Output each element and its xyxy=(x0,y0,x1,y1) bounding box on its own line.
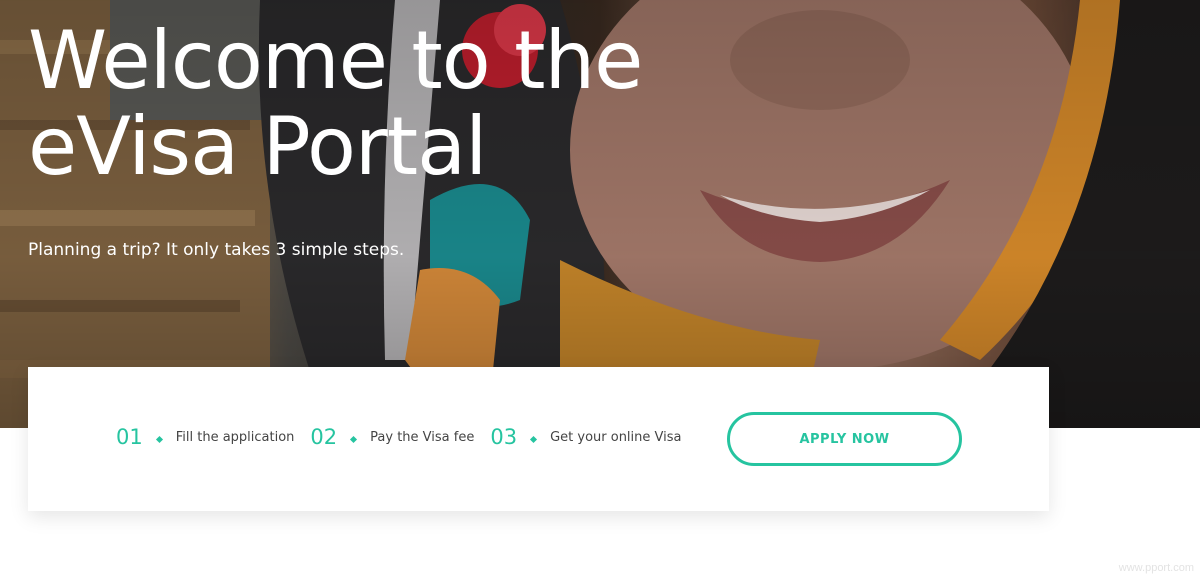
step-number: 01 xyxy=(116,425,143,449)
step-label: Pay the Visa fee xyxy=(370,429,475,445)
page-title-line-1: Welcome to the xyxy=(28,14,643,107)
hero-subtitle: Planning a trip? It only takes 3 simple … xyxy=(28,240,405,260)
steps-list: 01 Fill the application 02 Pay the Visa … xyxy=(116,425,698,449)
hero-banner: Welcome to the eVisa Portal Planning a t… xyxy=(0,0,1200,428)
page-title-line-2: eVisa Portal xyxy=(28,100,487,193)
step-item: 02 Pay the Visa fee xyxy=(310,425,474,449)
step-label: Get your online Visa xyxy=(550,429,682,445)
watermark: www.pport.com xyxy=(1118,562,1194,574)
diamond-bullet-icon xyxy=(350,435,358,443)
step-number: 03 xyxy=(490,425,518,449)
step-item: 03 Get your online Visa xyxy=(490,425,681,449)
step-item: 01 Fill the application xyxy=(116,425,294,449)
steps-card: 01 Fill the application 02 Pay the Visa … xyxy=(28,367,1049,511)
page-title: Welcome to the eVisa Portal xyxy=(28,18,748,190)
diamond-bullet-icon xyxy=(155,435,163,443)
step-label: Fill the application xyxy=(175,429,295,445)
diamond-bullet-icon xyxy=(530,435,538,443)
step-number: 02 xyxy=(310,425,338,449)
apply-now-button[interactable]: APPLY NOW xyxy=(727,412,962,466)
